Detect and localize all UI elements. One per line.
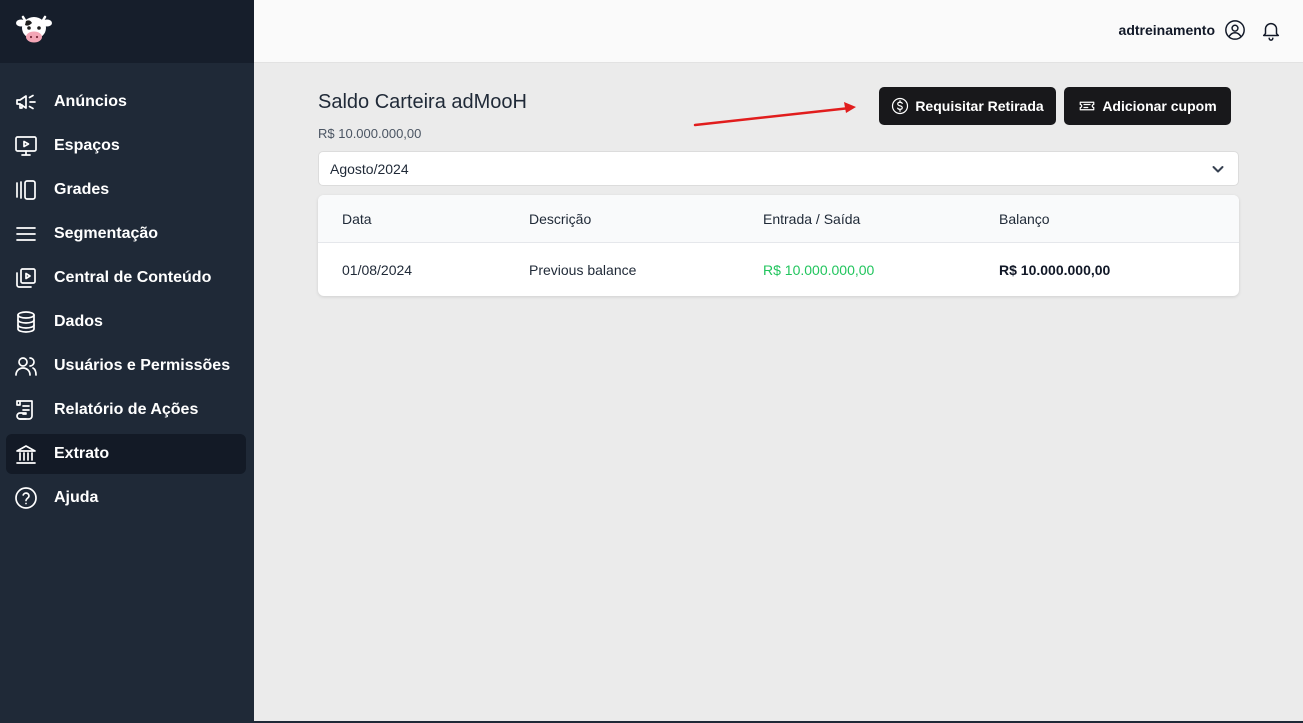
header-date: Data <box>342 210 372 227</box>
scroll-icon <box>14 398 38 422</box>
sidebar-item-label: Central de Conteúdo <box>54 269 212 286</box>
sidebar-item-central-de-conteudo[interactable]: Central de Conteúdo <box>6 258 246 298</box>
sidebar-item-label: Dados <box>54 313 103 330</box>
header-balance: Balanço <box>999 210 1050 227</box>
sidebar-item-espacos[interactable]: Espaços <box>6 126 246 166</box>
sidebar-item-extrato[interactable]: Extrato <box>6 434 246 474</box>
ticket-icon <box>1079 101 1095 111</box>
media-library-icon <box>14 266 38 290</box>
sidebar-item-anuncios[interactable]: Anúncios <box>6 82 246 122</box>
columns-icon <box>14 178 38 202</box>
sidebar-item-label: Ajuda <box>54 489 99 506</box>
logo-area <box>0 0 254 63</box>
table-row: 01/08/2024 Previous balance R$ 10.000.00… <box>318 243 1239 296</box>
sidebar: Anúncios Espaços Grades Segmentação Cent… <box>0 0 254 723</box>
bell-icon[interactable] <box>1260 19 1282 41</box>
database-icon <box>14 310 38 334</box>
sidebar-item-label: Espaços <box>54 137 120 154</box>
cow-logo-icon[interactable] <box>16 13 52 50</box>
topbar: adtreinamento <box>254 0 1303 63</box>
megaphone-icon <box>14 90 38 114</box>
bank-icon <box>14 442 38 466</box>
dollar-circle-icon <box>892 97 909 115</box>
header-description: Descrição <box>529 210 592 227</box>
sidebar-item-label: Extrato <box>54 445 110 462</box>
add-coupon-label: Adicionar cupom <box>1102 98 1217 114</box>
user-area: adtreinamento <box>1119 19 1282 41</box>
wallet-balance: R$ 10.000.000,00 <box>318 126 422 141</box>
header-amount: Entrada / Saída <box>763 210 861 227</box>
page-title: Saldo Carteira adMooH <box>318 91 527 113</box>
add-coupon-button[interactable]: Adicionar cupom <box>1064 87 1231 125</box>
sidebar-item-segmentacao[interactable]: Segmentação <box>6 214 246 254</box>
menu-lines-icon <box>14 222 38 246</box>
sidebar-item-grades[interactable]: Grades <box>6 170 246 210</box>
row-balance: R$ 10.000.000,00 <box>999 261 1111 278</box>
row-description: Previous balance <box>529 261 637 278</box>
chevron-down-icon <box>1210 161 1226 177</box>
month-select-value: Agosto/2024 <box>330 160 409 177</box>
row-amount: R$ 10.000.000,00 <box>763 261 875 278</box>
statement-table: Data Descrição Entrada / Saída Balanço 0… <box>318 195 1239 296</box>
sidebar-item-label: Relatório de Ações <box>54 401 199 418</box>
sidebar-item-ajuda[interactable]: Ajuda <box>6 478 246 518</box>
username[interactable]: adtreinamento <box>1119 22 1215 38</box>
sidebar-item-label: Usuários e Permissões <box>54 357 231 374</box>
sidebar-nav: Anúncios Espaços Grades Segmentação Cent… <box>0 63 254 518</box>
annotation-arrow <box>693 102 856 127</box>
request-withdrawal-label: Requisitar Retirada <box>915 98 1044 114</box>
request-withdrawal-button[interactable]: Requisitar Retirada <box>879 87 1056 125</box>
sidebar-item-usuarios-e-permissoes[interactable]: Usuários e Permissões <box>6 346 246 386</box>
sidebar-item-label: Grades <box>54 181 110 198</box>
month-select[interactable]: Agosto/2024 <box>318 151 1239 186</box>
sidebar-item-relatorio-de-acoes[interactable]: Relatório de Ações <box>6 390 246 430</box>
sidebar-item-label: Anúncios <box>54 93 127 110</box>
sidebar-item-label: Segmentação <box>54 225 159 242</box>
sidebar-item-dados[interactable]: Dados <box>6 302 246 342</box>
users-icon <box>14 354 38 378</box>
monitor-play-icon <box>14 134 38 158</box>
help-circle-icon <box>14 486 38 510</box>
user-circle-icon[interactable] <box>1224 19 1246 41</box>
row-date: 01/08/2024 <box>342 261 413 278</box>
table-header: Data Descrição Entrada / Saída Balanço <box>318 195 1239 243</box>
